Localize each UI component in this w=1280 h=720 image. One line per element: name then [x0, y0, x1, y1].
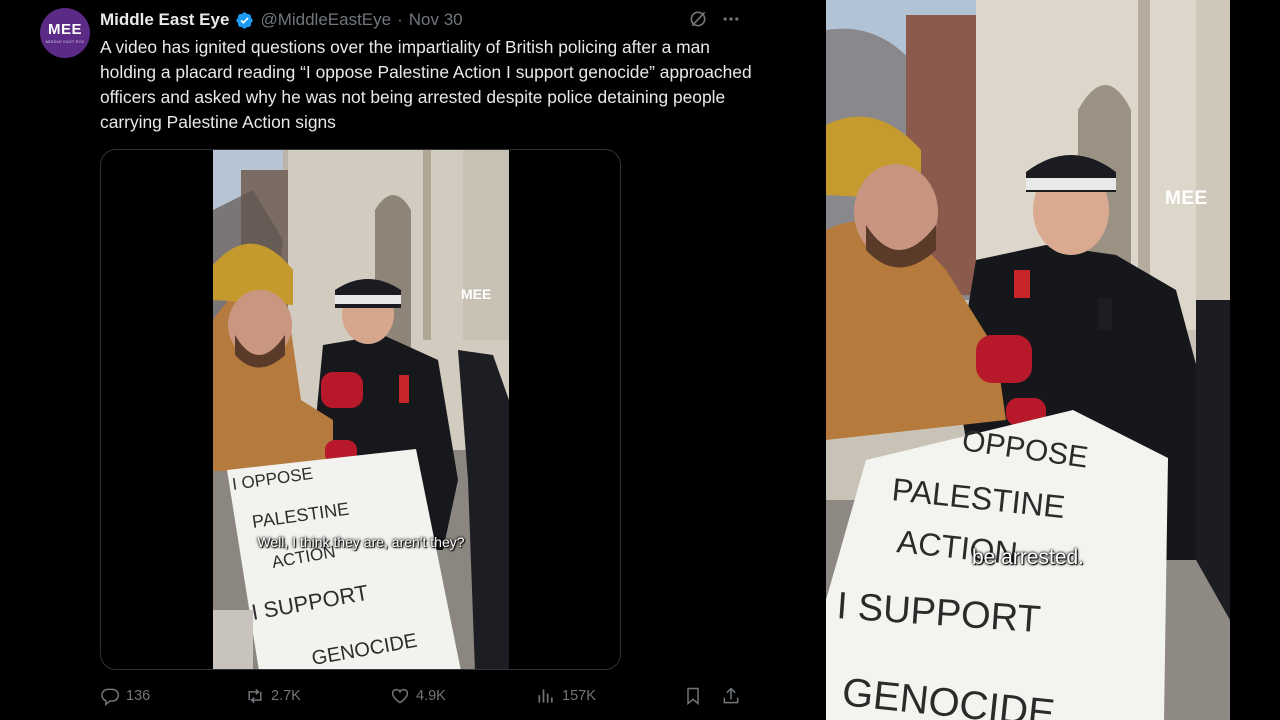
- like-icon: [391, 688, 409, 704]
- zoomed-video-frame: OPPOSE PALESTINE ACTION I SUPPORT GENOCI…: [826, 0, 1230, 720]
- views-button[interactable]: 157K: [536, 686, 596, 706]
- more-icon[interactable]: [720, 9, 742, 29]
- avatar-subtitle: MIDDLE EAST EYE: [45, 39, 85, 44]
- tweet-date[interactable]: Nov 30: [409, 10, 463, 30]
- repost-button[interactable]: 2.7K: [245, 686, 301, 706]
- like-count: 4.9K: [416, 688, 446, 704]
- bookmark-button[interactable]: [683, 686, 703, 706]
- video-player[interactable]: I OPPOSE PALESTINE ACTION I SUPPORT GENO…: [100, 149, 621, 670]
- right-letterbox: [1230, 0, 1280, 720]
- reply-button[interactable]: 136: [100, 686, 150, 706]
- zoomed-video-watermark: MEE: [1165, 188, 1208, 209]
- views-icon: [538, 689, 553, 703]
- reply-count: 136: [126, 688, 151, 704]
- repost-count: 2.7K: [271, 688, 301, 704]
- video-frame[interactable]: I OPPOSE PALESTINE ACTION I SUPPORT GENO…: [213, 150, 509, 670]
- verified-badge-icon: [236, 11, 254, 29]
- like-button[interactable]: 4.9K: [390, 686, 446, 706]
- action-bar: 136 2.7K 4.9K 157K: [100, 686, 745, 710]
- zoomed-video-image: OPPOSE PALESTINE ACTION I SUPPORT GENOCI…: [826, 0, 1230, 720]
- avatar-mark: MEE: [47, 21, 82, 38]
- tweet: MEE MIDDLE EAST EYE Middle East Eye @Mid…: [0, 0, 826, 720]
- zoomed-video-caption: be arrested.: [971, 546, 1085, 569]
- author-handle[interactable]: @MiddleEastEye: [260, 10, 391, 30]
- author-name[interactable]: Middle East Eye: [100, 10, 229, 30]
- views-count: 157K: [562, 688, 596, 704]
- share-icon: [723, 687, 739, 704]
- video-watermark: MEE: [461, 286, 491, 302]
- tweet-header: Middle East Eye @MiddleEastEye · Nov 30: [100, 8, 463, 32]
- tweet-text: A video has ignited questions over the i…: [100, 37, 752, 132]
- video-caption: Well, I think they are, aren't they?: [257, 534, 465, 550]
- reply-icon: [101, 688, 120, 706]
- repost-icon: [248, 688, 262, 704]
- share-button[interactable]: [721, 686, 741, 706]
- grok-icon[interactable]: [688, 9, 708, 29]
- avatar[interactable]: MEE MIDDLE EAST EYE: [40, 8, 90, 58]
- separator: ·: [397, 10, 403, 29]
- bookmark-icon: [687, 687, 699, 706]
